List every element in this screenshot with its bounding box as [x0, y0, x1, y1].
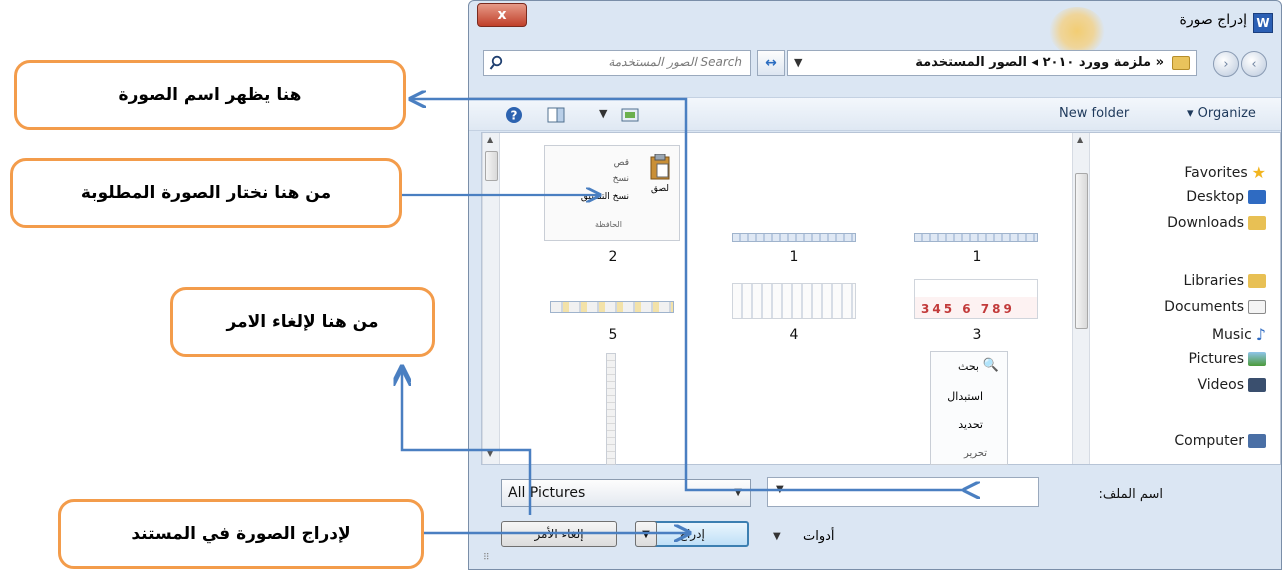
arrow-image-name [410, 99, 964, 490]
annotation-arrows [0, 0, 1288, 575]
arrow-cancel [402, 366, 532, 515]
